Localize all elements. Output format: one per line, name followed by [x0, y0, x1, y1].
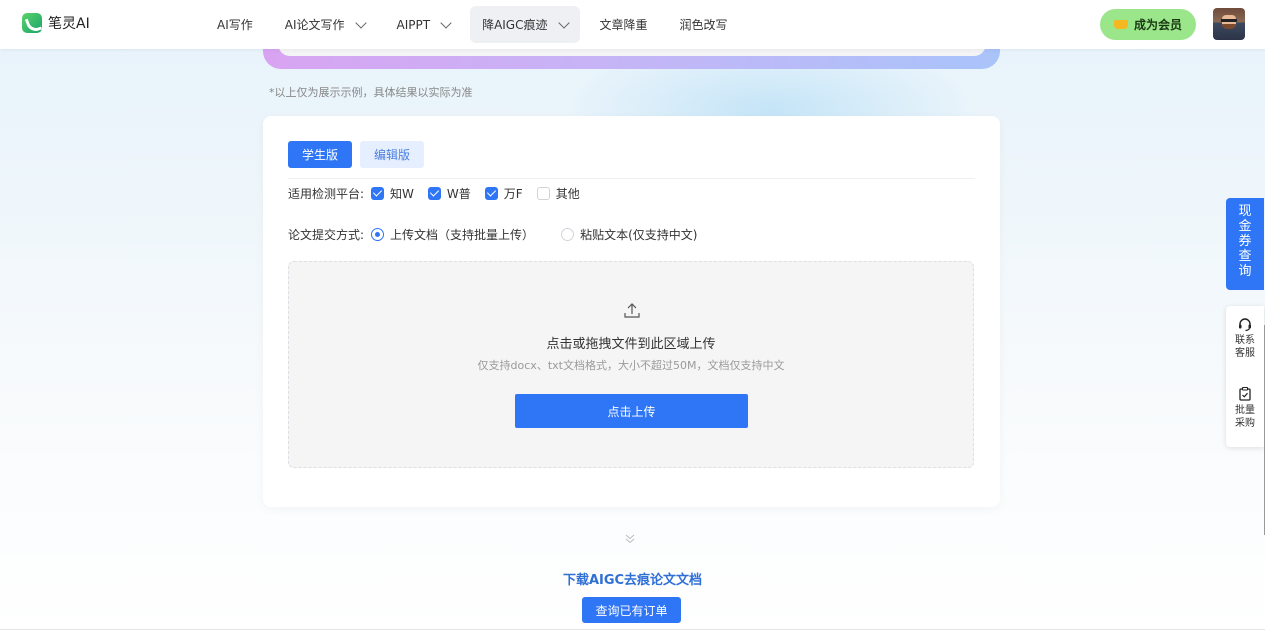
double-chevron-down-icon — [625, 534, 635, 544]
checkbox-checked[interactable] — [371, 186, 385, 200]
version-tabs: 学生版 编辑版 — [288, 141, 425, 168]
nav-aippt[interactable]: AIPPT — [385, 6, 463, 43]
coupon-label: 现金券查询 — [1238, 204, 1252, 279]
radio-unselected[interactable] — [561, 227, 575, 241]
platform-option-other[interactable]: 其他 — [536, 185, 580, 202]
submit-option-upload[interactable]: 上传文档（支持批量上传） — [371, 226, 534, 243]
coupon-query-button[interactable]: 现金券查询 — [1226, 198, 1264, 290]
bulk-purchase-button[interactable]: 批量采购 — [1226, 386, 1264, 430]
nav-dedup[interactable]: 文章降重 — [588, 6, 660, 43]
logo[interactable]: 笔灵AI — [22, 13, 90, 33]
nav-label: AI论文写作 — [284, 18, 345, 32]
submit-label: 论文提交方式: — [288, 227, 365, 242]
avatar[interactable] — [1213, 8, 1245, 40]
upload-card: 学生版 编辑版 适用检测平台: 知W W普 万F 其他 论文提交方式: 上传文档… — [263, 116, 1000, 507]
platform-row: 适用检测平台: 知W W普 万F 其他 — [288, 185, 587, 201]
vip-label: 成为会员 — [1133, 18, 1182, 32]
download-title: 下载AIGC去痕论文文档 — [562, 573, 703, 588]
contact-service-button[interactable]: 联系客服 — [1226, 316, 1264, 360]
main-nav: AI写作 AI论文写作 AIPPT 降AIGC痕迹 文章降重 润色改写 — [205, 6, 748, 43]
nav-ai-paper[interactable]: AI论文写作 — [273, 6, 377, 43]
dropzone-subtitle: 仅支持docx、txt文档格式，大小不超过50M，文档仅支持中文 — [477, 359, 785, 372]
platform-option-wanf[interactable]: 万F — [484, 185, 523, 202]
checkbox-checked[interactable] — [427, 186, 441, 200]
nav-label: AI写作 — [217, 18, 253, 32]
query-orders-button[interactable]: 查询已有订单 — [582, 597, 681, 623]
clipboard-icon — [1239, 386, 1251, 401]
radio-selected[interactable] — [371, 227, 385, 241]
logo-icon — [22, 13, 42, 33]
dropzone-title: 点击或拖拽文件到此区域上传 — [546, 337, 716, 352]
chevron-down-icon — [440, 16, 452, 29]
headset-icon — [1239, 318, 1251, 332]
divider — [288, 178, 975, 179]
submit-method-row: 论文提交方式: 上传文档（支持批量上传） 粘贴文本(仅支持中文) — [288, 226, 704, 242]
nav-polish[interactable]: 润色改写 — [668, 6, 740, 43]
nav-ai-writing[interactable]: AI写作 — [205, 6, 265, 43]
chevron-down-icon — [557, 16, 570, 29]
service-label: 联系客服 — [1235, 335, 1255, 359]
nav-label: AIPPT — [396, 17, 431, 32]
nav-label: 文章降重 — [599, 18, 648, 32]
top-header: 笔灵AI AI写作 AI论文写作 AIPPT 降AIGC痕迹 文章降重 润色改写… — [0, 0, 1265, 49]
logo-text: 笔灵AI — [48, 16, 90, 32]
example-note: *以上仅为展示示例，具体结果以实际为准 — [269, 86, 473, 99]
checkbox-unchecked[interactable] — [536, 186, 550, 200]
nav-label: 润色改写 — [679, 18, 728, 32]
checkbox-checked[interactable] — [484, 186, 498, 200]
upload-dropzone[interactable]: 点击或拖拽文件到此区域上传 仅支持docx、txt文档格式，大小不超过50M，文… — [288, 261, 974, 468]
upload-button[interactable]: 点击上传 — [515, 394, 748, 428]
tab-editor[interactable]: 编辑版 — [360, 141, 425, 168]
upload-icon — [624, 303, 640, 318]
side-toolbar: 联系客服 批量采购 — [1226, 306, 1264, 447]
submit-option-paste[interactable]: 粘贴文本(仅支持中文) — [561, 226, 697, 243]
nav-label: 降AIGC痕迹 — [482, 18, 548, 32]
platform-label: 适用检测平台: — [288, 186, 365, 201]
tab-student[interactable]: 学生版 — [288, 141, 353, 168]
bulk-label: 批量采购 — [1235, 405, 1255, 429]
become-vip-button[interactable]: 成为会员 — [1100, 9, 1196, 40]
platform-option-zhiw[interactable]: 知W — [371, 185, 414, 202]
chevron-down-icon — [354, 16, 367, 29]
platform-option-wpu[interactable]: W普 — [427, 185, 471, 202]
nav-reduce-aigc[interactable]: 降AIGC痕迹 — [470, 6, 580, 43]
crown-icon — [1113, 20, 1128, 29]
